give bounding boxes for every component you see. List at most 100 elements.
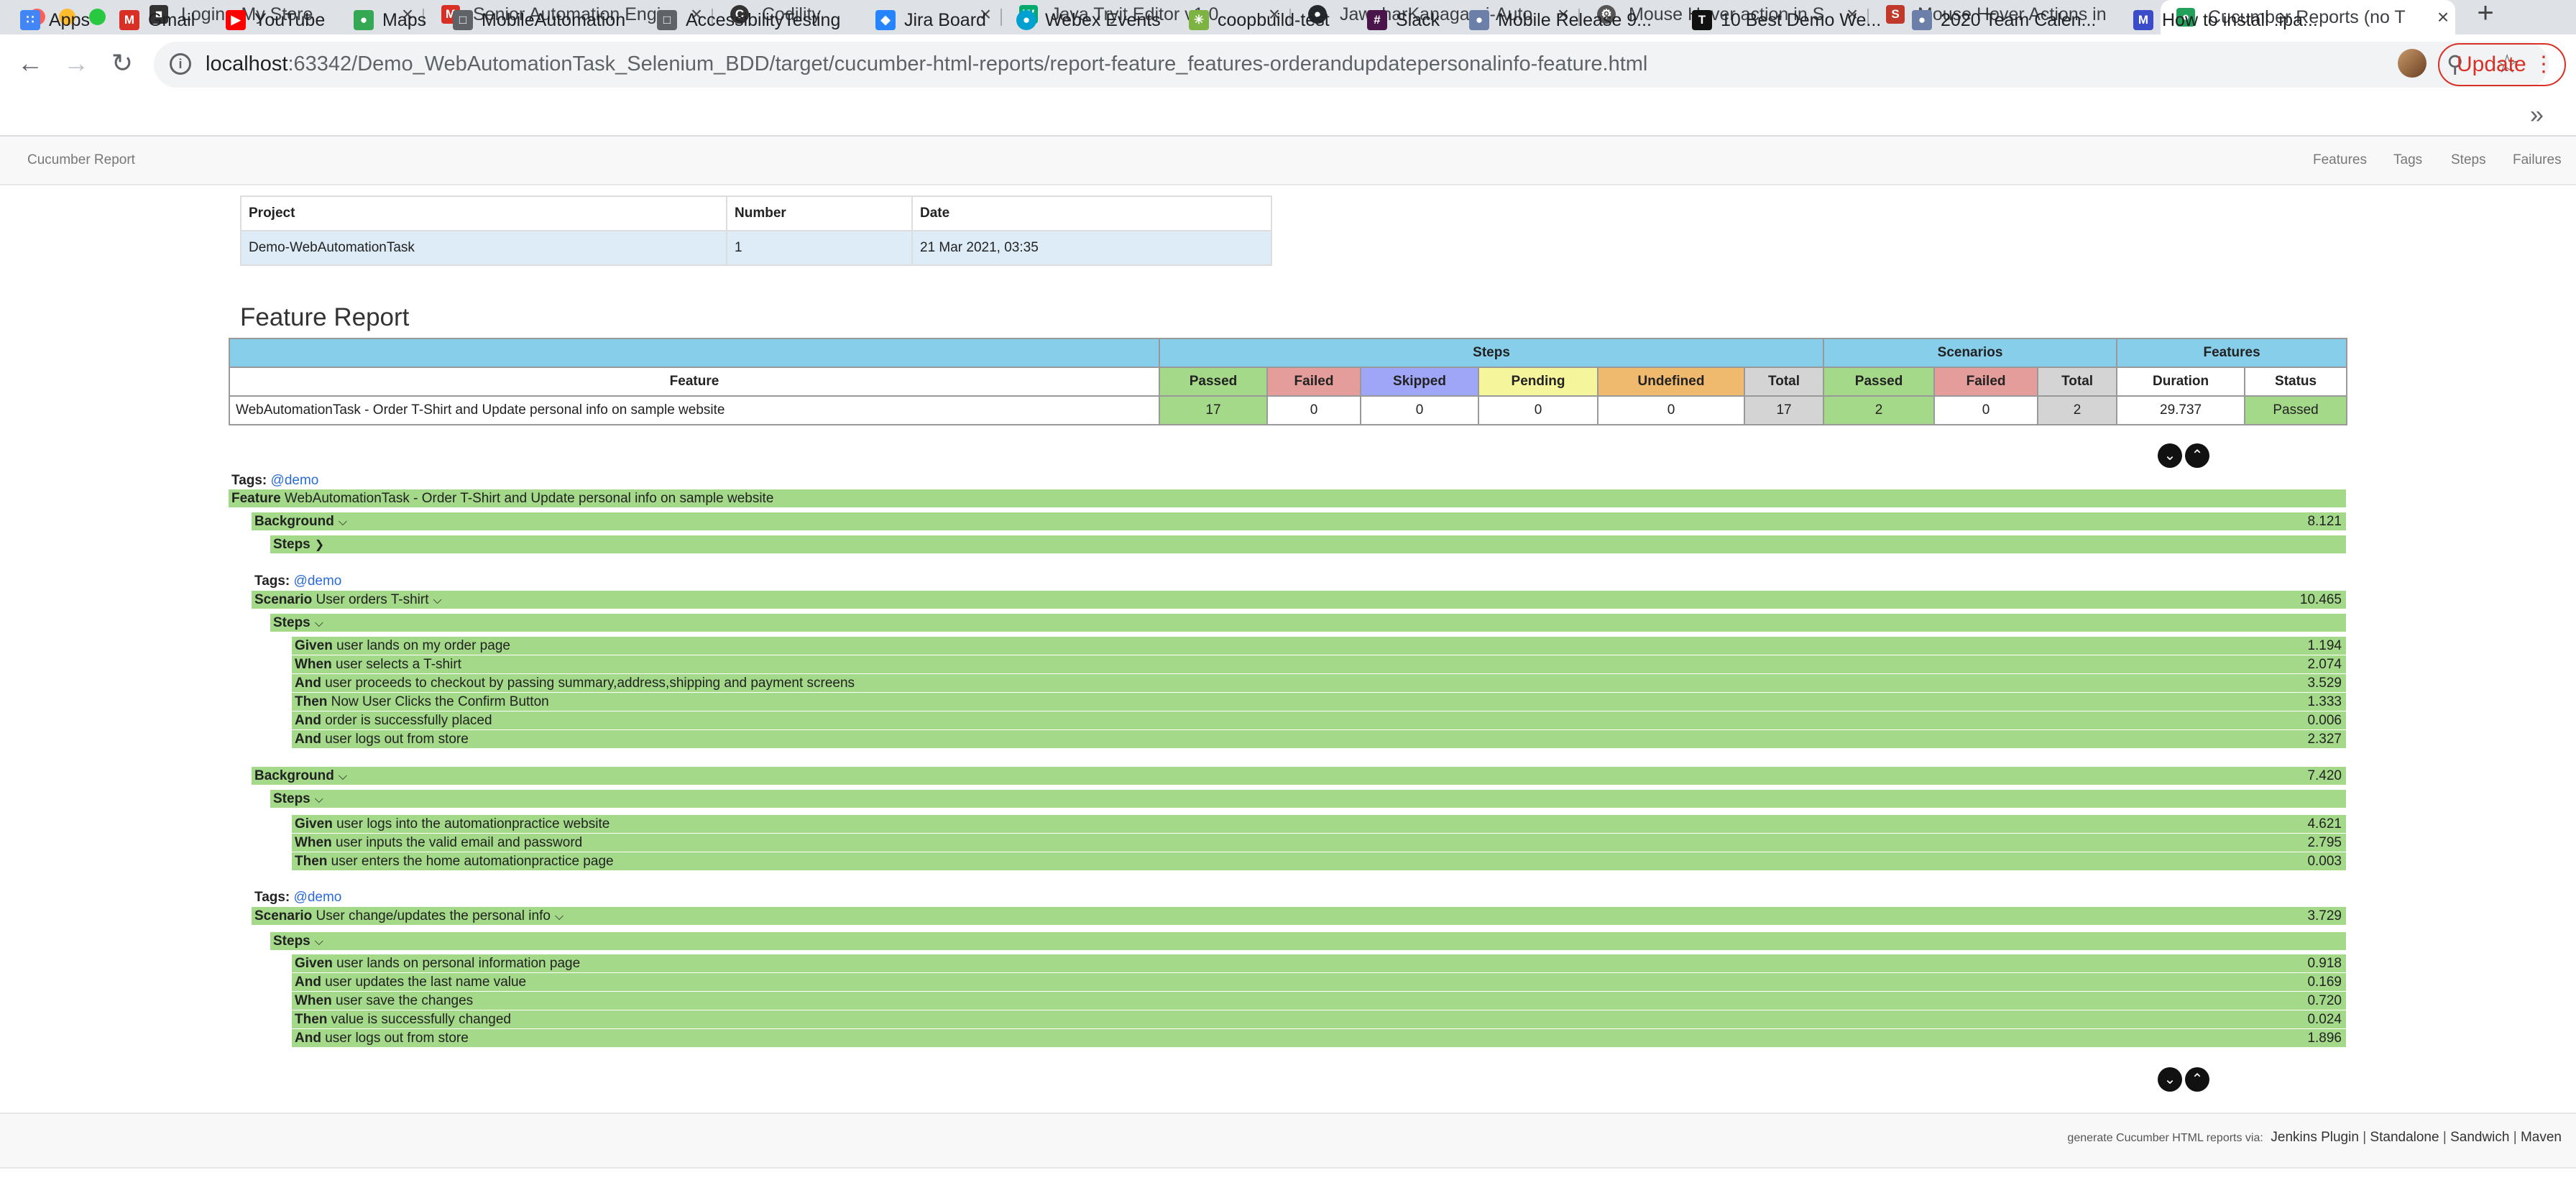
bookmark-maps[interactable]: ● Maps bbox=[354, 7, 426, 33]
tag-link[interactable]: @demo bbox=[294, 890, 342, 905]
chevron-down-icon: ⌵ bbox=[338, 516, 347, 528]
scenario-1-header[interactable]: Scenario User orders T-shirt ⌵ 10.465 bbox=[252, 591, 2346, 609]
cell-scenarios-passed: 2 bbox=[1823, 395, 1936, 425]
col-steps-pending[interactable]: Pending bbox=[1478, 367, 1598, 397]
group-scenarios: Scenarios bbox=[1823, 338, 2118, 368]
scenario-2-header[interactable]: Scenario User change/updates the persona… bbox=[252, 907, 2346, 925]
new-tab-button[interactable]: + bbox=[2471, 0, 2500, 29]
update-label: Update bbox=[2457, 52, 2526, 76]
feature-header[interactable]: Feature WebAutomationTask - Order T-Shir… bbox=[229, 489, 2346, 507]
back-arrow-icon[interactable]: ← bbox=[14, 47, 46, 79]
col-steps-failed[interactable]: Failed bbox=[1266, 367, 1361, 397]
step-row: Then Now User Clicks the Confirm Button 1… bbox=[292, 693, 2346, 711]
background-1-header[interactable]: Background ⌵ 8.121 bbox=[252, 512, 2346, 530]
webex-icon: ● bbox=[1016, 10, 1036, 30]
bookmark-accessibilitytesting[interactable]: □ AccessibilityTesting bbox=[657, 7, 840, 33]
bookmark-mobile-release[interactable]: ● Mobile Release 9... bbox=[1469, 7, 1652, 33]
step-row: When user selects a T-shirt 2.074 bbox=[292, 655, 2346, 673]
nav-features[interactable]: Features bbox=[2313, 152, 2367, 168]
jira-icon: ◆ bbox=[875, 10, 896, 30]
tag-link[interactable]: @demo bbox=[294, 574, 342, 589]
collapse-all-icon[interactable]: ⌄ bbox=[2158, 443, 2182, 468]
step-row: When user save the changes 0.720 bbox=[292, 992, 2346, 1010]
chevron-down-icon: ⌵ bbox=[314, 793, 323, 806]
link-standalone[interactable]: Standalone bbox=[2370, 1130, 2439, 1145]
chevron-right-icon: ❯ bbox=[314, 539, 325, 551]
nav-failures[interactable]: Failures bbox=[2513, 152, 2562, 168]
bookmark-youtube[interactable]: ▶ YouTube bbox=[226, 7, 325, 33]
expand-all-icon[interactable]: ⌃ bbox=[2185, 443, 2209, 468]
profile-avatar[interactable] bbox=[2398, 49, 2426, 78]
forward-arrow-icon[interactable]: → bbox=[60, 47, 92, 79]
cell-duration: 29.737 bbox=[2116, 395, 2246, 425]
col-scenarios-failed[interactable]: Failed bbox=[1933, 367, 2039, 397]
bookmark-mobileautomation[interactable]: □ MobileAutomation bbox=[453, 7, 625, 33]
background-1-steps-toggle[interactable]: Steps ❯ bbox=[270, 535, 2346, 553]
bookmark-coopbuild-test[interactable]: ✳ coopbuild-test bbox=[1189, 7, 1330, 33]
cell-steps-total: 17 bbox=[1743, 395, 1825, 425]
col-status[interactable]: Status bbox=[2244, 367, 2348, 397]
col-steps-total[interactable]: Total bbox=[1743, 367, 1825, 397]
scenario-1-steps-toggle[interactable]: Steps ⌵ bbox=[270, 614, 2346, 632]
step-row: Then value is successfully changed 0.024 bbox=[292, 1010, 2346, 1028]
feature-report-title: Feature Report bbox=[240, 303, 410, 331]
bookmark-slack[interactable]: # Slack bbox=[1367, 7, 1440, 33]
expand-all-icon[interactable]: ⌃ bbox=[2185, 1067, 2209, 1092]
group-steps: Steps bbox=[1158, 338, 1825, 368]
bookmark-gmail[interactable]: M Gmail bbox=[119, 7, 195, 33]
col-scenarios-total[interactable]: Total bbox=[2037, 367, 2118, 397]
tag-link[interactable]: @demo bbox=[271, 473, 319, 488]
col-steps-undefined[interactable]: Undefined bbox=[1597, 367, 1745, 397]
header-project: Project bbox=[240, 195, 727, 231]
col-duration[interactable]: Duration bbox=[2116, 367, 2246, 397]
bookmark-10-best-demo[interactable]: T 10 Best Demo We... bbox=[1692, 7, 1881, 33]
step-row: And user logs out from store 1.896 bbox=[292, 1029, 2346, 1047]
address-bar[interactable]: i localhost:63342/Demo_WebAutomationTask… bbox=[154, 42, 2549, 88]
project-name: Demo-WebAutomationTask bbox=[240, 230, 727, 266]
info-icon[interactable]: i bbox=[170, 53, 191, 75]
col-scenarios-passed[interactable]: Passed bbox=[1823, 367, 1936, 397]
ipa-icon: M bbox=[2133, 10, 2153, 30]
col-steps-skipped[interactable]: Skipped bbox=[1360, 367, 1479, 397]
report-brand[interactable]: Cucumber Report bbox=[27, 152, 135, 168]
scenario-2-tags: Tags: @demo bbox=[254, 890, 342, 905]
menu-dots-icon: ⋮ bbox=[2533, 52, 2554, 76]
update-button[interactable]: Update ⋮ bbox=[2438, 43, 2566, 86]
feature-group-spacer bbox=[229, 338, 1160, 368]
col-steps-passed[interactable]: Passed bbox=[1159, 367, 1268, 397]
bookmark-how-to-install-ipa[interactable]: M How to install .ipa... bbox=[2133, 7, 2318, 33]
col-feature[interactable]: Feature bbox=[229, 367, 1160, 397]
maps-icon: ● bbox=[354, 10, 374, 30]
bookmark-webex-events[interactable]: ● Webex Events bbox=[1016, 7, 1161, 33]
chevron-down-icon: ⌵ bbox=[314, 617, 323, 630]
cell-scenarios-total: 2 bbox=[2037, 395, 2118, 425]
feature-link[interactable]: WebAutomationTask - Order T-Shirt and Up… bbox=[229, 395, 1160, 425]
footer-prefix: generate Cucumber HTML reports via: bbox=[2067, 1132, 2263, 1144]
url-text[interactable]: localhost:63342/Demo_WebAutomationTask_S… bbox=[206, 52, 1647, 76]
link-maven[interactable]: Maven bbox=[2521, 1130, 2562, 1145]
link-jenkins-plugin[interactable]: Jenkins Plugin bbox=[2271, 1130, 2359, 1145]
close-tab-icon[interactable]: × bbox=[2431, 6, 2455, 29]
bookmark-2020-team-calendar[interactable]: ● 2020 Team Calen... bbox=[1912, 7, 2096, 33]
project-number: 1 bbox=[726, 230, 913, 266]
background-2-steps-toggle[interactable]: Steps ⌵ bbox=[270, 790, 2346, 808]
chevron-down-icon: ⌵ bbox=[314, 936, 323, 948]
nav-steps[interactable]: Steps bbox=[2451, 152, 2486, 168]
t-icon: T bbox=[1692, 10, 1712, 30]
bookmarks-overflow-icon[interactable]: » bbox=[2530, 96, 2544, 137]
maximize-window-icon[interactable] bbox=[89, 9, 106, 25]
collapse-all-icon[interactable]: ⌄ bbox=[2158, 1067, 2182, 1092]
step-row: And user updates the last name value 0.16… bbox=[292, 973, 2346, 991]
bookmark-jira-board[interactable]: ◆ Jira Board bbox=[875, 7, 986, 33]
nav-tags[interactable]: Tags bbox=[2393, 152, 2422, 168]
cell-scenarios-failed: 0 bbox=[1933, 395, 2039, 425]
scenario-2-steps-toggle[interactable]: Steps ⌵ bbox=[270, 932, 2346, 950]
reload-icon[interactable]: ↻ bbox=[106, 47, 138, 79]
link-sandwich[interactable]: Sandwich bbox=[2450, 1130, 2509, 1145]
footer-links: generate Cucumber HTML reports via: Jenk… bbox=[2067, 1130, 2562, 1145]
step-row: Given user lands on my order page 1.194 bbox=[292, 637, 2346, 655]
page-icon: S bbox=[1886, 5, 1905, 24]
bookmark-apps[interactable]: ∷ Apps bbox=[20, 7, 90, 33]
coop-icon: ✳ bbox=[1189, 10, 1209, 30]
background-2-header[interactable]: Background ⌵ 7.420 bbox=[252, 767, 2346, 785]
